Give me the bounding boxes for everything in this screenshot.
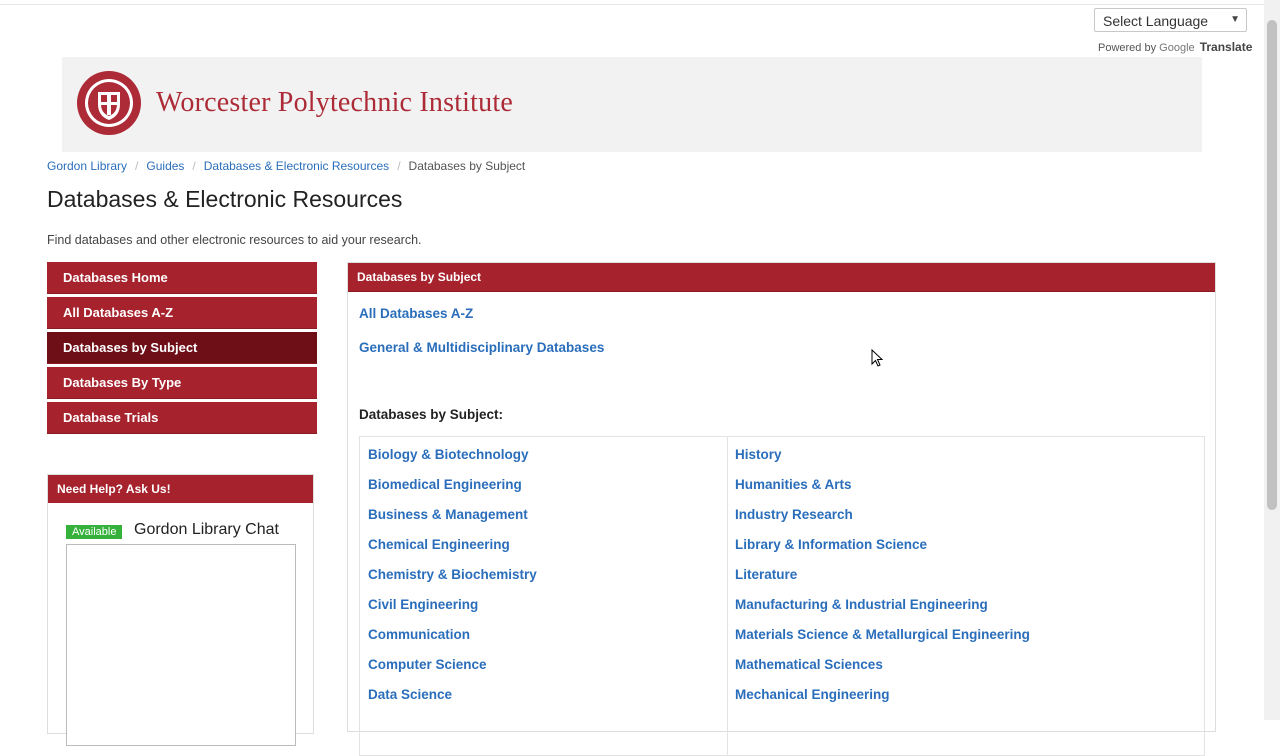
select-language-dropdown[interactable]: Select Language ▼	[1094, 8, 1247, 32]
breadcrumb-gordon-library[interactable]: Gordon Library	[47, 159, 127, 173]
subject-link[interactable]: Mathematical Sciences	[735, 657, 883, 672]
nav-databases-by-type[interactable]: Databases By Type	[47, 367, 317, 399]
breadcrumb-separator: /	[135, 159, 139, 173]
wpi-seal-icon	[77, 71, 141, 135]
subject-link[interactable]: Literature	[735, 567, 797, 582]
mouse-cursor-icon	[871, 349, 883, 367]
subjects-right-column: History Humanities & Arts Industry Resea…	[727, 437, 1204, 755]
page-scrollbar[interactable]	[1264, 0, 1280, 720]
subject-link[interactable]: Materials Science & Metallurgical Engine…	[735, 627, 1030, 642]
chat-status-badge: Available	[66, 525, 123, 539]
chat-widget: Available Gordon Library Chat	[48, 511, 296, 751]
link-general-multidisciplinary[interactable]: General & Multidisciplinary Databases	[359, 340, 604, 355]
subject-link[interactable]: Library & Information Science	[735, 537, 927, 552]
chat-frame[interactable]	[66, 544, 296, 746]
breadcrumb-current: Databases by Subject	[408, 159, 526, 173]
nav-database-trials[interactable]: Database Trials	[47, 402, 317, 434]
help-box: Need Help? Ask Us! Available Gordon Libr…	[47, 474, 314, 746]
subject-link[interactable]: Biomedical Engineering	[368, 477, 522, 492]
breadcrumb-databases-electronic-resources[interactable]: Databases & Electronic Resources	[204, 159, 389, 173]
subject-link[interactable]: Computer Science	[368, 657, 487, 672]
nav-databases-by-subject[interactable]: Databases by Subject	[47, 332, 317, 364]
breadcrumb: Gordon Library / Guides / Databases & Electr…	[47, 159, 525, 173]
subjects-table: Biology & Biotechnology Biomedical Engin…	[359, 436, 1205, 756]
select-language-label: Select Language	[1103, 13, 1209, 29]
subject-link[interactable]: Humanities & Arts	[735, 477, 852, 492]
nav-all-databases-a-z[interactable]: All Databases A-Z	[47, 297, 317, 329]
breadcrumb-separator: /	[397, 159, 401, 173]
dropdown-arrow-icon: ▼	[1230, 14, 1240, 25]
subjects-heading: Databases by Subject:	[359, 407, 504, 422]
powered-by-text: Powered by	[1098, 42, 1157, 54]
databases-by-subject-panel: Databases by Subject All Databases A-Z G…	[347, 262, 1216, 756]
subject-link[interactable]: History	[735, 447, 782, 462]
chat-title: Gordon Library Chat	[134, 521, 279, 538]
subject-link[interactable]: Manufacturing & Industrial Engineering	[735, 597, 988, 612]
powered-by-google: Powered by Google Translate	[1098, 40, 1252, 54]
subject-link[interactable]: Business & Management	[368, 507, 528, 522]
subject-link[interactable]: Chemistry & Biochemistry	[368, 567, 537, 582]
subject-link[interactable]: Biology & Biotechnology	[368, 447, 529, 462]
panel-header: Databases by Subject	[348, 263, 1215, 292]
institution-name[interactable]: Worcester Polytechnic Institute	[156, 87, 513, 119]
nav-databases-home[interactable]: Databases Home	[47, 262, 317, 294]
subject-link[interactable]: Chemical Engineering	[368, 537, 510, 552]
subject-link[interactable]: Communication	[368, 627, 470, 642]
subjects-left-column: Biology & Biotechnology Biomedical Engin…	[360, 437, 728, 755]
google-translate-link[interactable]: Translate	[1200, 40, 1253, 54]
top-border	[0, 0, 1264, 5]
guide-nav: Databases Home All Databases A-Z Databas…	[47, 262, 317, 437]
google-logo: Google	[1159, 42, 1195, 54]
breadcrumb-separator: /	[192, 159, 196, 173]
link-all-databases-a-z[interactable]: All Databases A-Z	[359, 306, 473, 321]
subject-link[interactable]: Mechanical Engineering	[735, 687, 890, 702]
help-box-header: Need Help? Ask Us!	[48, 475, 313, 503]
page-title: Databases & Electronic Resources	[47, 186, 403, 212]
page-description: Find databases and other electronic reso…	[47, 233, 422, 247]
subject-link[interactable]: Data Science	[368, 687, 452, 702]
site-banner: Worcester Polytechnic Institute	[62, 57, 1202, 152]
subject-link[interactable]: Civil Engineering	[368, 597, 478, 612]
scrollbar-thumb[interactable]	[1267, 20, 1277, 510]
breadcrumb-guides[interactable]: Guides	[146, 159, 184, 173]
subject-link[interactable]: Industry Research	[735, 507, 853, 522]
